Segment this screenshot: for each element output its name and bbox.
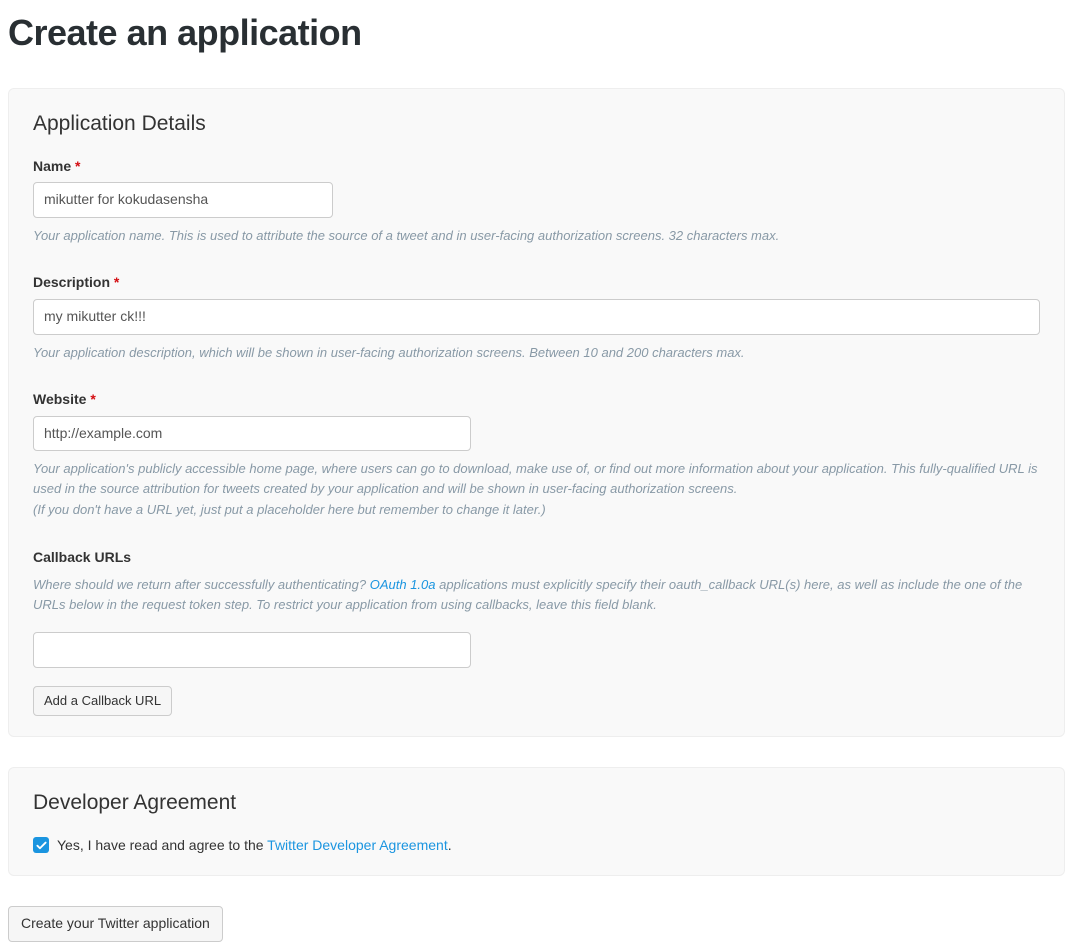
field-group-callback: Callback URLs Where should we return aft… — [33, 548, 1040, 716]
twitter-dev-agreement-link[interactable]: Twitter Developer Agreement — [267, 837, 448, 853]
description-help: Your application description, which will… — [33, 343, 1040, 363]
callback-input[interactable] — [33, 632, 471, 668]
website-input[interactable] — [33, 416, 471, 452]
check-icon — [36, 840, 47, 851]
section-title-details: Application Details — [33, 109, 1040, 138]
website-help-1: Your application's publicly accessible h… — [33, 459, 1040, 498]
agreement-text: Yes, I have read and agree to the Twitte… — [57, 836, 452, 856]
name-label-text: Name — [33, 158, 71, 174]
callback-label: Callback URLs — [33, 548, 1040, 568]
website-label: Website * — [33, 390, 1040, 410]
agreement-checkbox[interactable] — [33, 837, 49, 853]
field-group-name: Name * Your application name. This is us… — [33, 157, 1040, 246]
create-application-button[interactable]: Create your Twitter application — [8, 906, 223, 942]
description-label: Description * — [33, 273, 1040, 293]
application-details-panel: Application Details Name * Your applicat… — [8, 88, 1065, 737]
add-callback-button[interactable]: Add a Callback URL — [33, 686, 172, 716]
name-help: Your application name. This is used to a… — [33, 226, 1040, 246]
agreement-row: Yes, I have read and agree to the Twitte… — [33, 836, 1040, 856]
callback-help: Where should we return after successfull… — [33, 575, 1040, 614]
agreement-text-pre: Yes, I have read and agree to the — [57, 837, 267, 853]
name-required-asterisk: * — [75, 158, 80, 174]
oauth-link[interactable]: OAuth 1.0a — [370, 577, 436, 592]
website-required-asterisk: * — [90, 391, 95, 407]
description-input[interactable] — [33, 299, 1040, 335]
website-label-text: Website — [33, 391, 86, 407]
page-title: Create an application — [8, 8, 1065, 58]
website-help-2: (If you don't have a URL yet, just put a… — [33, 500, 1040, 520]
field-group-description: Description * Your application descripti… — [33, 273, 1040, 362]
developer-agreement-panel: Developer Agreement Yes, I have read and… — [8, 767, 1065, 876]
callback-help-pre: Where should we return after successfull… — [33, 577, 370, 592]
field-group-website: Website * Your application's publicly ac… — [33, 390, 1040, 520]
agreement-text-post: . — [448, 837, 452, 853]
description-required-asterisk: * — [114, 274, 119, 290]
description-label-text: Description — [33, 274, 110, 290]
section-title-agreement: Developer Agreement — [33, 788, 1040, 817]
name-label: Name * — [33, 157, 1040, 177]
name-input[interactable] — [33, 182, 333, 218]
